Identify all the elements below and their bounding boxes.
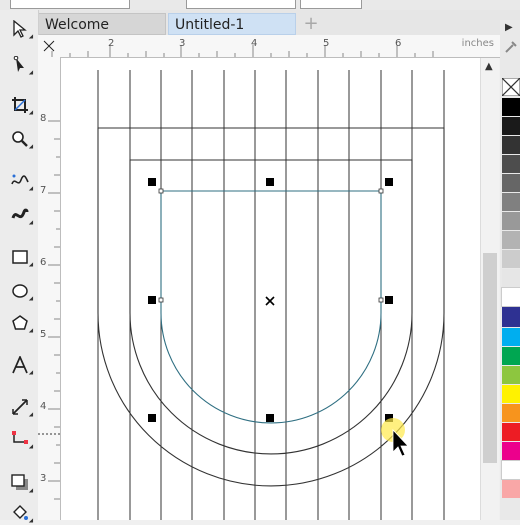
color-swatch[interactable]: [502, 193, 520, 211]
pick-tool-icon[interactable]: [9, 18, 31, 40]
center-marker: [265, 296, 275, 306]
color-swatch[interactable]: [502, 404, 520, 422]
dimension-tool-icon[interactable]: [9, 396, 31, 418]
h-ruler-label: 5: [323, 38, 330, 49]
v-ruler-label: 8: [40, 113, 47, 124]
polygon-tool-icon[interactable]: [9, 312, 31, 334]
color-swatch[interactable]: [502, 117, 520, 135]
h-ruler-label: 2: [108, 38, 115, 49]
v-ruler-label: 5: [40, 329, 47, 340]
color-swatch[interactable]: [502, 423, 520, 441]
width-field[interactable]: [186, 0, 296, 9]
text-tool-icon[interactable]: [9, 354, 31, 376]
vertical-grid-lines: [97, 70, 445, 520]
h-ruler-label: 4: [251, 38, 258, 49]
rectangle-tool-icon[interactable]: [9, 246, 31, 268]
color-swatch[interactable]: [502, 366, 520, 384]
x-position-field[interactable]: [10, 0, 130, 9]
v-ruler-label: 7: [40, 185, 47, 196]
horizontal-ruler[interactable]: 2 3 4 5 6 inches: [38, 35, 500, 58]
color-swatch[interactable]: [502, 442, 520, 460]
h-ruler-label: 3: [179, 38, 186, 49]
drawing-canvas[interactable]: [61, 58, 480, 520]
ruler-units: inches: [461, 38, 494, 49]
fill-tool-icon[interactable]: [9, 502, 31, 524]
scroll-up-icon[interactable]: ▲: [485, 61, 493, 72]
color-swatch[interactable]: [502, 307, 520, 327]
scrollbar-thumb[interactable]: [483, 253, 497, 463]
color-swatch[interactable]: [502, 136, 520, 154]
connector-tool-icon[interactable]: [9, 428, 31, 450]
zoom-tool-icon[interactable]: [9, 128, 31, 150]
palette-scroll-icon[interactable]: ▶: [505, 22, 513, 33]
freehand-tool-icon[interactable]: [9, 170, 31, 192]
toolbox: [0, 10, 39, 520]
property-bar: [0, 0, 520, 10]
ruler-ticks: [38, 120, 60, 500]
color-swatch[interactable]: [502, 231, 520, 249]
v-ruler-label: 3: [40, 473, 47, 484]
vertical-ruler[interactable]: 8 7 6 5 4 3: [38, 57, 61, 520]
color-swatch[interactable]: [501, 287, 520, 307]
h-ruler-label: 6: [395, 38, 402, 49]
drop-shadow-icon[interactable]: [9, 472, 31, 494]
no-color-swatch[interactable]: [502, 78, 520, 96]
color-swatch[interactable]: [502, 250, 520, 268]
crop-tool-icon[interactable]: [9, 94, 31, 116]
color-swatch[interactable]: [502, 98, 520, 116]
vertical-scrollbar[interactable]: ▲: [480, 58, 499, 520]
color-swatch[interactable]: [502, 174, 520, 192]
color-swatch[interactable]: [502, 269, 520, 287]
color-palette: ▶: [500, 20, 520, 520]
color-swatch[interactable]: [502, 385, 520, 403]
color-swatch[interactable]: [502, 480, 520, 498]
tab-label: Untitled-1: [175, 17, 245, 33]
scale-field[interactable]: [300, 0, 362, 9]
v-ruler-label: 4: [40, 401, 47, 412]
document-tabs: Welcome Screen Untitled-1 +: [38, 10, 520, 55]
eyedropper-icon[interactable]: [504, 40, 518, 54]
tab-welcome-screen[interactable]: Welcome Screen: [38, 13, 166, 55]
drawing: [97, 70, 445, 520]
artistic-media-icon[interactable]: [9, 204, 31, 226]
color-swatch[interactable]: [502, 328, 520, 346]
color-swatch[interactable]: [501, 460, 520, 480]
tab-untitled-1[interactable]: Untitled-1: [168, 13, 296, 35]
v-ruler-label: 6: [40, 257, 47, 268]
new-tab-button[interactable]: +: [300, 13, 322, 35]
color-swatch[interactable]: [502, 347, 520, 365]
shape-tool-icon[interactable]: [9, 54, 31, 76]
color-swatch[interactable]: [502, 212, 520, 230]
ellipse-tool-icon[interactable]: [9, 280, 31, 302]
color-swatch[interactable]: [502, 155, 520, 173]
